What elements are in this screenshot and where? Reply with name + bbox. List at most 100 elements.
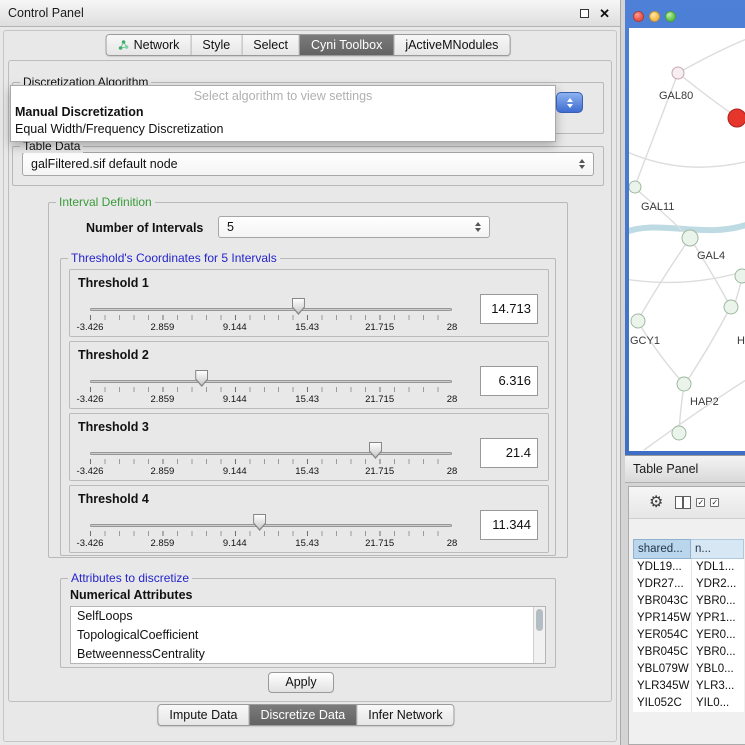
table-row[interactable]: YPR145WYPR1...: [633, 610, 744, 627]
scrollbar-thumb[interactable]: [536, 609, 543, 631]
cell-shared-name[interactable]: YER054C: [633, 627, 691, 644]
algorithm-option[interactable]: Equal Width/Frequency Discretization: [11, 121, 555, 138]
attribute-list-item[interactable]: TopologicalCoefficient: [71, 626, 545, 645]
table-row[interactable]: YDR27...YDR2...: [633, 576, 744, 593]
list-scrollbar[interactable]: [533, 607, 545, 663]
thresholds-group-title: Threshold's Coordinates for 5 Intervals: [68, 251, 280, 265]
slider-track[interactable]: [90, 380, 452, 383]
algorithm-placeholder-option[interactable]: Select algorithm to view settings: [11, 86, 555, 104]
table-toolbar: ⚙ ✓ ✓: [629, 487, 745, 519]
network-node[interactable]: [677, 377, 691, 391]
tab-discretize-data[interactable]: Discretize Data: [249, 705, 357, 725]
table-row[interactable]: YBL079WYBL0...: [633, 661, 744, 678]
threshold-value-field[interactable]: 11.344: [480, 510, 538, 540]
slider-thumb[interactable]: [369, 442, 382, 459]
slider-thumb[interactable]: [195, 370, 208, 387]
slider-thumb[interactable]: [253, 514, 266, 531]
table-data-combobox[interactable]: galFiltered.sif default node: [22, 152, 594, 176]
threshold-box: Threshold 2 -3.4262.8599.14415.4321.7152…: [69, 341, 549, 409]
network-node[interactable]: [672, 426, 686, 440]
scale-label: 9.144: [223, 322, 247, 333]
stepper-down-icon: [567, 104, 573, 108]
attribute-list-item[interactable]: BetweennessCentrality: [71, 645, 545, 664]
tab-cyni-toolbox[interactable]: Cyni Toolbox: [299, 35, 393, 55]
selected-network-node[interactable]: [728, 109, 745, 127]
cell-name[interactable]: YER0...: [691, 627, 744, 644]
slider-track[interactable]: [90, 452, 452, 455]
table-row[interactable]: YBR045CYBR0...: [633, 644, 744, 661]
network-canvas[interactable]: GAL80GAL11GAL4GCY1HHAP2: [629, 28, 745, 451]
window-zoom-icon[interactable]: [665, 11, 676, 22]
threshold-slider[interactable]: -3.4262.8599.14415.4321.71528: [90, 510, 452, 552]
network-node[interactable]: [672, 67, 684, 79]
table-row[interactable]: YLR345WYLR3...: [633, 678, 744, 695]
column-header-name[interactable]: n...: [691, 539, 744, 559]
tab-impute-data[interactable]: Impute Data: [158, 705, 248, 725]
tab-network[interactable]: Network: [107, 35, 191, 55]
network-node[interactable]: [629, 181, 641, 193]
tab-select[interactable]: Select: [241, 35, 299, 55]
tab-infer-network[interactable]: Infer Network: [356, 705, 453, 725]
table-data-selected-value: galFiltered.sif default node: [23, 157, 575, 171]
network-node[interactable]: [682, 230, 698, 246]
slider-ticks: [90, 315, 452, 320]
cell-name[interactable]: YBR0...: [691, 644, 744, 661]
select-all-check-icon[interactable]: ✓: [696, 498, 705, 507]
threshold-value-field[interactable]: 6.316: [480, 366, 538, 396]
table-panel-title: Table Panel: [633, 462, 698, 476]
table-row[interactable]: YER054CYER0...: [633, 627, 744, 644]
cell-shared-name[interactable]: YPR145W: [633, 610, 691, 627]
network-node[interactable]: [724, 300, 738, 314]
cell-shared-name[interactable]: YBL079W: [633, 661, 691, 678]
threshold-slider[interactable]: -3.4262.8599.14415.4321.71528: [90, 366, 452, 408]
threshold-slider[interactable]: -3.4262.8599.14415.4321.71528: [90, 438, 452, 480]
node-label: GAL4: [697, 250, 725, 262]
cell-name[interactable]: YLR3...: [691, 678, 744, 695]
cell-shared-name[interactable]: YDR27...: [633, 576, 691, 593]
table-row[interactable]: YBR043CYBR0...: [633, 593, 744, 610]
tab-style[interactable]: Style: [190, 35, 241, 55]
settings-gear-icon[interactable]: ⚙: [649, 495, 663, 511]
cell-name[interactable]: YDL1...: [691, 559, 744, 576]
cell-name[interactable]: YDR2...: [691, 576, 744, 593]
cell-shared-name[interactable]: YBR043C: [633, 593, 691, 610]
cell-shared-name[interactable]: YLR345W: [633, 678, 691, 695]
node-label: H: [737, 335, 745, 347]
attribute-list-item[interactable]: SelfLoops: [71, 607, 545, 626]
numerical-attributes-list[interactable]: SelfLoopsTopologicalCoefficientBetweenne…: [70, 606, 546, 664]
threshold-value-field[interactable]: 14.713: [480, 294, 538, 324]
close-icon[interactable]: ✕: [599, 0, 610, 27]
number-of-intervals-combobox[interactable]: 5: [218, 216, 490, 238]
cell-shared-name[interactable]: YIL052C: [633, 695, 691, 712]
apply-button[interactable]: Apply: [268, 672, 334, 693]
threshold-label: Threshold 3: [78, 420, 149, 434]
cell-name[interactable]: YIL0...: [691, 695, 744, 712]
table-row[interactable]: YIL052CYIL0...: [633, 695, 744, 712]
scale-label: 15.43: [295, 322, 319, 333]
scale-label: -3.426: [77, 466, 104, 477]
slider-thumb[interactable]: [292, 298, 305, 315]
cell-name[interactable]: YBL0...: [691, 661, 744, 678]
slider-track[interactable]: [90, 524, 452, 527]
scale-label: 28: [447, 538, 458, 549]
column-selector-icon[interactable]: [675, 496, 691, 509]
algorithm-option[interactable]: Manual Discretization: [11, 104, 555, 121]
threshold-value-field[interactable]: 21.4: [480, 438, 538, 468]
cell-shared-name[interactable]: YDL19...: [633, 559, 691, 576]
network-node[interactable]: [631, 314, 645, 328]
network-node[interactable]: [735, 269, 745, 283]
column-header-shared-name[interactable]: shared...: [633, 539, 691, 559]
window-minimize-icon[interactable]: [649, 11, 660, 22]
table-row[interactable]: YDL19...YDL1...: [633, 559, 744, 576]
window-close-icon[interactable]: [633, 11, 644, 22]
algorithm-combo-stepper-button[interactable]: [556, 92, 583, 113]
tab-jactivemnodules[interactable]: jActiveMNodules: [393, 35, 509, 55]
cell-shared-name[interactable]: YBR045C: [633, 644, 691, 661]
cell-name[interactable]: YBR0...: [691, 593, 744, 610]
slider-track[interactable]: [90, 308, 452, 311]
float-window-icon[interactable]: [580, 9, 589, 18]
cell-name[interactable]: YPR1...: [691, 610, 744, 627]
scale-label: 28: [447, 466, 458, 477]
threshold-slider[interactable]: -3.4262.8599.14415.4321.71528: [90, 294, 452, 336]
select-column-check-icon[interactable]: ✓: [710, 498, 719, 507]
